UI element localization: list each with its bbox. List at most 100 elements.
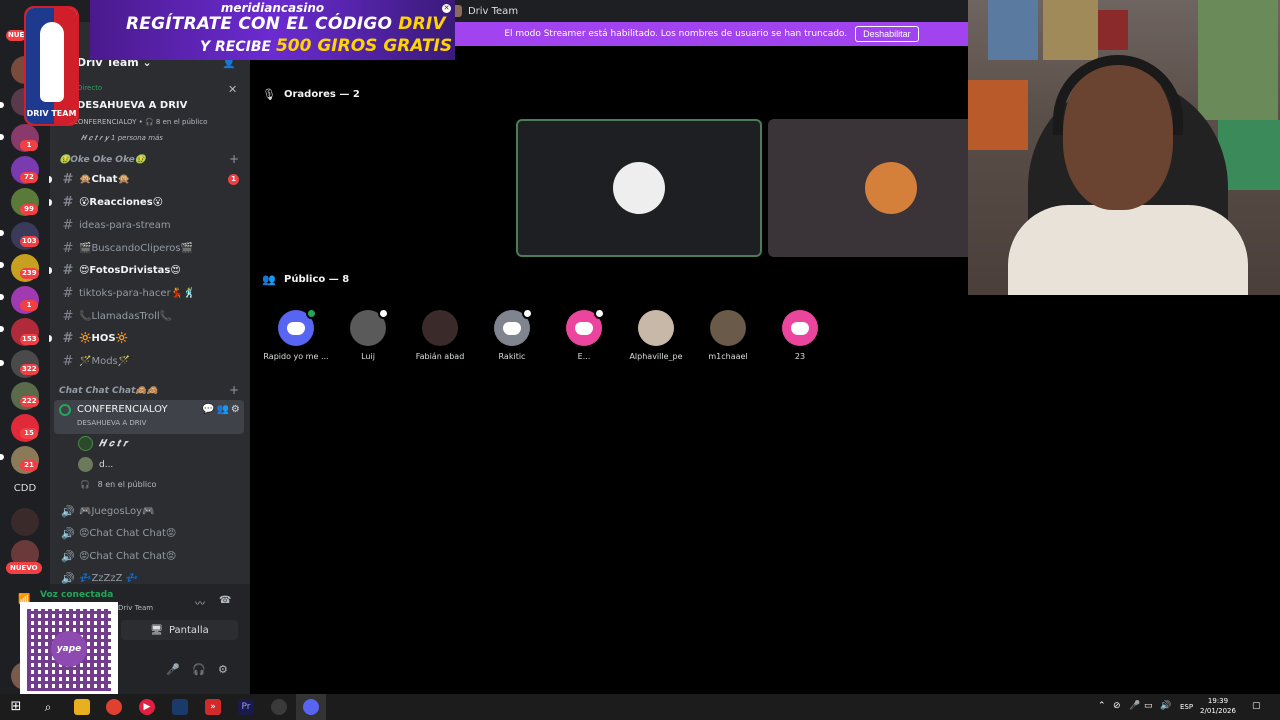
add-channel-icon[interactable]: + <box>229 383 239 397</box>
sponsor-line-2: Y RECIBE 500 GIROS GRATIS <box>200 36 453 56</box>
unread-indicator <box>0 230 4 236</box>
noise-suppression-icon[interactable]: 〰 <box>195 595 205 610</box>
speaker-icon: 🔊 <box>61 526 75 540</box>
speaker-icon: 🔊 <box>61 571 75 585</box>
hash-icon: # <box>62 330 74 346</box>
network-icon[interactable]: ▭ <box>1144 701 1153 711</box>
voice-server-name: Driv Team <box>118 604 154 612</box>
avatar <box>566 308 605 346</box>
sponsor-banner: meridiancasino REGÍTRATE CON EL CÓDIGO D… <box>90 0 455 60</box>
channel-chat[interactable]: # 🙊Chat🙊 <box>60 169 244 189</box>
category-chat-chat-chat[interactable]: Chat Chat Chat🙈🙈 <box>59 386 158 396</box>
notification-badge: 322 <box>20 364 39 375</box>
channel-ideas-para-stream[interactable]: # ideas-para-stream <box>60 215 244 235</box>
discord-icon[interactable] <box>303 699 319 715</box>
avatar <box>865 162 917 214</box>
channel-hos[interactable]: # 🔆HOS🔆 <box>60 328 244 348</box>
notifications-icon[interactable]: ▢ <box>1252 701 1261 711</box>
language-indicator[interactable]: ESP <box>1180 703 1193 711</box>
hash-icon: # <box>62 217 74 233</box>
stage-member[interactable]: 𝑯 𝒄 𝒕 𝒓 <box>78 436 127 451</box>
voice-channel-chat[interactable]: 🔊 😡Chat Chat Chat😡 <box>60 546 244 566</box>
disable-streamer-mode-button[interactable]: Deshabilitar <box>855 26 919 42</box>
unread-indicator <box>0 294 4 300</box>
avatar <box>638 310 674 346</box>
channel-mods[interactable]: # 🪄Mods🪄 <box>60 351 244 371</box>
obs-icon[interactable] <box>271 699 287 715</box>
channel-buscandocliperos[interactable]: # 🎬BuscandoCliperos🎬 <box>60 238 244 258</box>
screen-icon: 🖥 <box>150 624 163 636</box>
tray-chevron-icon[interactable]: ⌃ <box>1098 701 1106 711</box>
avatar <box>78 436 93 451</box>
avatar <box>350 308 389 346</box>
audience-member[interactable]: Rapido yo me ... <box>260 308 332 361</box>
audience-member[interactable]: Alphaville_pe <box>620 310 692 361</box>
avatar <box>613 162 665 214</box>
mention-badge: 1 <box>228 174 239 185</box>
notification-badge: 153 <box>20 334 39 345</box>
channel-tiktoks-para-hacer[interactable]: # tiktoks-para-hacer💃🕺 <box>60 283 244 303</box>
clock[interactable]: 19:39 2/01/2026 <box>1198 696 1238 716</box>
steam-icon[interactable] <box>172 699 188 715</box>
audience-member[interactable]: Fabián abad <box>404 310 476 361</box>
channel-llamadastroll[interactable]: # 📞LlamadasTroll📞 <box>60 306 244 326</box>
stage-channel-actions[interactable]: 💬👥⚙ <box>202 404 242 415</box>
add-channel-icon[interactable]: + <box>229 152 239 166</box>
notification-badge: 72 <box>20 172 38 183</box>
notification-badge: 222 <box>20 396 39 407</box>
audience-member[interactable]: Rakitic <box>476 308 548 361</box>
notification-badge: 1 <box>20 300 38 311</box>
channel-fotosdrivistas[interactable]: # 😍FotosDrivistas😍 <box>60 260 244 280</box>
headphones-icon[interactable]: 🎧 <box>192 663 206 676</box>
microphone-tray-icon[interactable]: 🎤 <box>1129 701 1140 711</box>
app-icon[interactable]: » <box>205 699 221 715</box>
webcam-overlay <box>968 0 1280 295</box>
windows-start-icon[interactable]: ⊞ <box>8 699 24 715</box>
file-explorer-icon[interactable] <box>74 699 90 715</box>
avatar <box>782 310 818 346</box>
chrome-icon[interactable] <box>106 699 122 715</box>
media-player-icon[interactable]: ▶ <box>139 699 155 715</box>
microphone-icon[interactable]: 🎤 <box>166 663 180 676</box>
notification-badge: 21 <box>20 460 38 471</box>
audience-member[interactable]: m1chaael <box>692 310 764 361</box>
notification-badge: 15 <box>20 428 38 439</box>
logo-text: DRIV TEAM <box>26 109 77 118</box>
qr-code-overlay: yape <box>20 602 118 698</box>
microphone-icon: 🎙 <box>262 88 276 101</box>
audience-member[interactable]: E... <box>548 308 620 361</box>
settings-gear-icon[interactable]: ⚙ <box>218 663 228 676</box>
live-participants: 𝑯 𝒄 𝒕 𝒓 𝒚 1 persona más <box>81 134 163 142</box>
hash-icon: # <box>62 240 74 256</box>
stage-channel-conferencialoy[interactable]: CONFERENCIALOY DESAHUEVA A DRIV 💬👥⚙ <box>54 400 244 434</box>
server-folder-cdd[interactable]: CDD <box>6 483 44 494</box>
close-icon[interactable]: ✕ <box>228 83 237 96</box>
sponsor-brand: meridiancasino <box>220 1 325 15</box>
audience-heading: Público — 8 <box>284 274 350 285</box>
voice-channel-chat[interactable]: 🔊 😡Chat Chat Chat😡 <box>60 523 244 543</box>
category-oke[interactable]: 🤢Oke Oke Oke🤢 <box>59 155 146 165</box>
voice-channel-juegosloy[interactable]: 🔊 🎮JuegosLoy🎮 <box>60 501 244 521</box>
audience-member[interactable]: 23 <box>764 310 836 361</box>
avatar <box>710 310 746 346</box>
live-subtitle: CONFERENCIALOY • 🎧 8 en el público <box>73 118 208 126</box>
speaker-tile[interactable] <box>516 119 762 257</box>
voice-connected-label[interactable]: Voz conectada <box>40 590 113 600</box>
screen-share-button[interactable]: 🖥 Pantalla <box>121 620 238 640</box>
audience-member[interactable]: Luij <box>332 308 404 361</box>
server-avatar[interactable] <box>11 508 39 536</box>
premiere-pro-icon[interactable]: Pr <box>238 699 254 715</box>
search-icon[interactable]: ⌕ <box>40 699 56 715</box>
volume-icon[interactable]: 🔊 <box>1160 701 1171 711</box>
live-event-card[interactable]: Directo DESAHUEVA A DRIV CONFERENCIALOY … <box>56 80 242 148</box>
notification-badge: 99 <box>20 204 38 215</box>
stage-audience-count: 🎧 8 en el público <box>80 480 157 489</box>
avatar <box>422 310 458 346</box>
stage-member[interactable]: d... <box>78 457 113 472</box>
channel-reacciones[interactable]: # 😮Reacciones😮 <box>60 192 244 212</box>
live-title: DESAHUEVA A DRIV <box>77 100 188 111</box>
notification-badge: 239 <box>20 268 39 279</box>
tray-icon[interactable]: ⊘ <box>1113 701 1121 711</box>
stage-channel-name: CONFERENCIALOY <box>77 404 168 415</box>
disconnect-icon[interactable]: ☎ <box>219 595 231 606</box>
